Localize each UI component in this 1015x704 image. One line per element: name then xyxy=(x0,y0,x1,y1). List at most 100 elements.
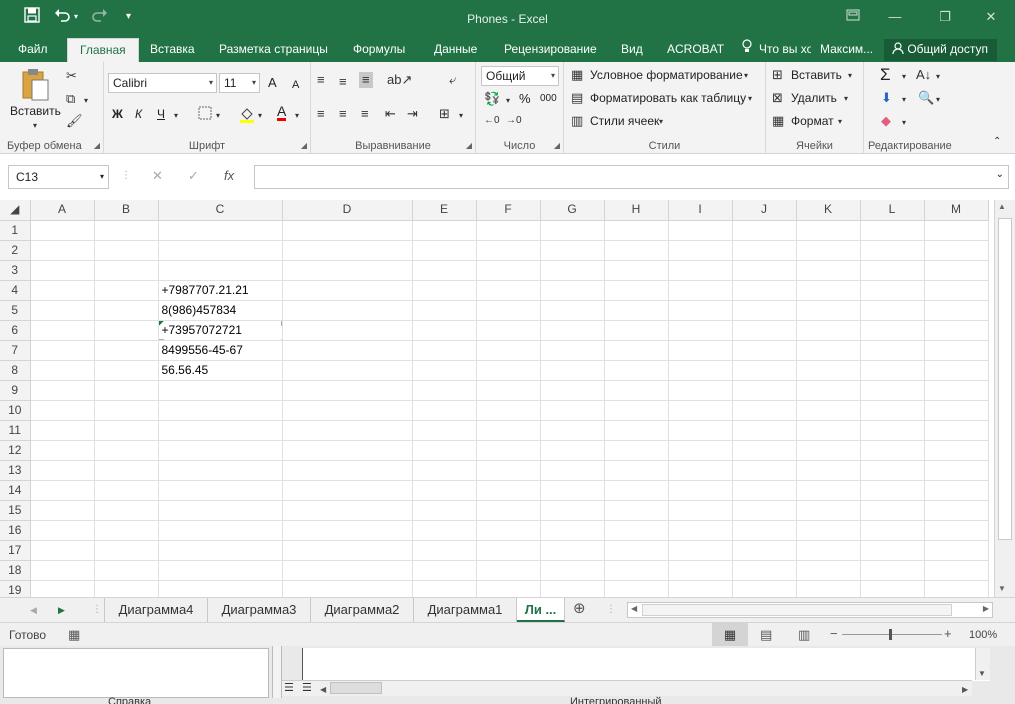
increase-indent-icon[interactable]: ⇥ xyxy=(407,106,418,122)
cell-c11[interactable] xyxy=(158,420,283,441)
cell-h9[interactable] xyxy=(604,380,669,401)
cell-g17[interactable] xyxy=(540,540,605,561)
cell-f11[interactable] xyxy=(476,420,541,441)
row-header[interactable]: 14 xyxy=(0,480,31,501)
cell-m16[interactable] xyxy=(924,520,989,541)
cell-j2[interactable] xyxy=(732,240,797,261)
cell-a7[interactable] xyxy=(30,340,95,361)
macro-record-icon[interactable]: ▦ xyxy=(68,627,80,643)
column-header-l[interactable]: L xyxy=(860,200,925,221)
cell-c18[interactable] xyxy=(158,560,283,581)
cell-c14[interactable] xyxy=(158,480,283,501)
cell-i6[interactable] xyxy=(668,320,733,341)
cell-g14[interactable] xyxy=(540,480,605,501)
cell-h11[interactable] xyxy=(604,420,669,441)
zoom-slider-thumb[interactable] xyxy=(889,629,892,640)
cell-b9[interactable] xyxy=(94,380,159,401)
cell-c13[interactable] xyxy=(158,460,283,481)
tab-review[interactable]: Рецензирование xyxy=(504,38,597,62)
cell-i5[interactable] xyxy=(668,300,733,321)
cell-l10[interactable] xyxy=(860,400,925,421)
cell-e15[interactable] xyxy=(412,500,477,521)
insert-cells-button[interactable]: Вставить xyxy=(791,67,842,83)
cell-h14[interactable] xyxy=(604,480,669,501)
cell-m3[interactable] xyxy=(924,260,989,281)
horizontal-scrollbar[interactable]: ◀ ▶ xyxy=(627,602,993,618)
cell-j17[interactable] xyxy=(732,540,797,561)
cell-e16[interactable] xyxy=(412,520,477,541)
cancel-icon[interactable]: ✕ xyxy=(152,168,163,184)
cell-k4[interactable] xyxy=(796,280,861,301)
horizontal-scroll-thumb[interactable] xyxy=(642,604,952,616)
cell-c8[interactable]: 56.56.45 xyxy=(158,360,283,381)
cell-j18[interactable] xyxy=(732,560,797,581)
cell-j13[interactable] xyxy=(732,460,797,481)
cell-b13[interactable] xyxy=(94,460,159,481)
align-bottom-icon[interactable]: ≡ xyxy=(359,72,373,88)
cell-d13[interactable] xyxy=(282,460,413,481)
cell-a8[interactable] xyxy=(30,360,95,381)
cell-i16[interactable] xyxy=(668,520,733,541)
cell-j10[interactable] xyxy=(732,400,797,421)
format-cells-button[interactable]: Формат xyxy=(791,113,834,129)
cell-c10[interactable] xyxy=(158,400,283,421)
cell-k18[interactable] xyxy=(796,560,861,581)
cell-e9[interactable] xyxy=(412,380,477,401)
conditional-dropdown-icon[interactable]: ▾ xyxy=(744,68,748,84)
cell-j7[interactable] xyxy=(732,340,797,361)
cell-h3[interactable] xyxy=(604,260,669,281)
cell-f6[interactable] xyxy=(476,320,541,341)
add-sheet-icon[interactable]: ⊕ xyxy=(573,601,586,617)
sheet-tab-chart2[interactable]: Диаграмма2 xyxy=(311,598,414,622)
borders-icon[interactable] xyxy=(198,106,212,124)
cell-d2[interactable] xyxy=(282,240,413,261)
vertical-scrollbar[interactable]: ▲ ▼ xyxy=(994,200,1015,597)
cell-c1[interactable] xyxy=(158,220,283,241)
cell-l18[interactable] xyxy=(860,560,925,581)
cell-h2[interactable] xyxy=(604,240,669,261)
cell-e13[interactable] xyxy=(412,460,477,481)
cut-icon[interactable]: ✂ xyxy=(66,68,77,84)
cell-a10[interactable] xyxy=(30,400,95,421)
cell-l1[interactable] xyxy=(860,220,925,241)
ribbon-display-icon[interactable] xyxy=(838,6,868,28)
scroll-right-icon[interactable]: ▶ xyxy=(983,604,989,613)
cell-e5[interactable] xyxy=(412,300,477,321)
cell-g13[interactable] xyxy=(540,460,605,481)
grow-font-button[interactable]: A xyxy=(268,75,277,91)
cell-j11[interactable] xyxy=(732,420,797,441)
cell-f8[interactable] xyxy=(476,360,541,381)
cell-i8[interactable] xyxy=(668,360,733,381)
cell-f18[interactable] xyxy=(476,560,541,581)
format-cells-dropdown-icon[interactable]: ▾ xyxy=(838,114,842,130)
row-header[interactable]: 8 xyxy=(0,360,31,381)
borders-dropdown-icon[interactable]: ▾ xyxy=(216,108,220,124)
format-as-table-icon[interactable]: ▤ xyxy=(571,90,583,106)
cell-m1[interactable] xyxy=(924,220,989,241)
select-all-corner[interactable]: ◢ xyxy=(0,200,31,221)
cell-k19[interactable] xyxy=(796,580,861,597)
cell-b8[interactable] xyxy=(94,360,159,381)
cell-a18[interactable] xyxy=(30,560,95,581)
cell-j1[interactable] xyxy=(732,220,797,241)
cell-c16[interactable] xyxy=(158,520,283,541)
align-middle-icon[interactable]: ≡ xyxy=(339,74,347,90)
cell-d3[interactable] xyxy=(282,260,413,281)
column-header-b[interactable]: B xyxy=(94,200,159,221)
insert-function-button[interactable]: fx xyxy=(224,168,234,184)
cell-c7[interactable]: 8499556-45-67 xyxy=(158,340,283,361)
cell-m9[interactable] xyxy=(924,380,989,401)
column-header-m[interactable]: M xyxy=(924,200,989,221)
column-header-c[interactable]: C xyxy=(158,200,283,221)
cell-f7[interactable] xyxy=(476,340,541,361)
cell-m11[interactable] xyxy=(924,420,989,441)
cell-h4[interactable] xyxy=(604,280,669,301)
font-color-button[interactable]: A xyxy=(277,104,287,121)
restore-button[interactable]: ❐ xyxy=(930,6,960,28)
cell-e19[interactable] xyxy=(412,580,477,597)
zoom-level[interactable]: 100% xyxy=(969,627,997,643)
cell-h19[interactable] xyxy=(604,580,669,597)
cell-l2[interactable] xyxy=(860,240,925,261)
sheet-tab-chart4[interactable]: Диаграмма4 xyxy=(104,598,208,622)
decrease-decimal-icon[interactable]: →0 xyxy=(506,113,522,129)
